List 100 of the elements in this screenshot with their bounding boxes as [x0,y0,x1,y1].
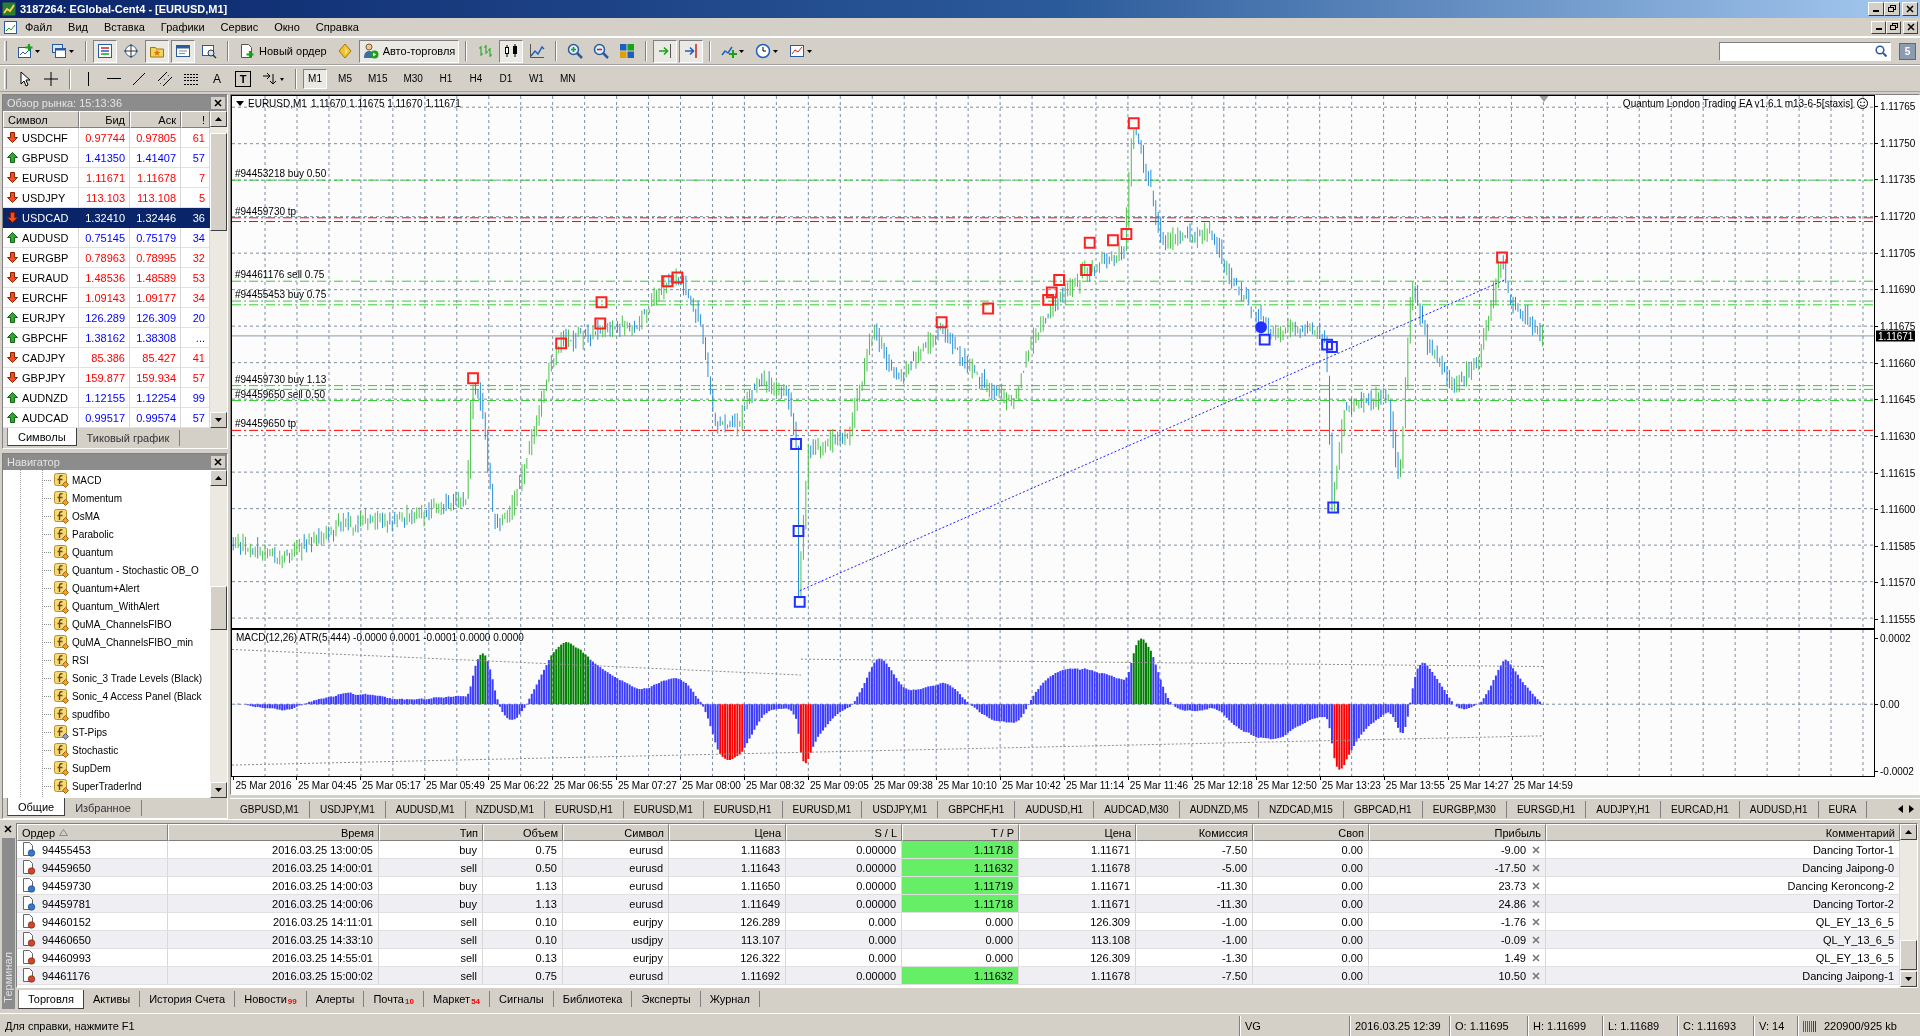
time-tick-label: 25 Mar 2016 [235,780,292,791]
profit-value: 10.50 [1498,969,1526,982]
swap-cell: 0.00 [1253,967,1369,985]
symbol-name: EURJPY [22,311,66,324]
order-number: 94461176 [42,969,91,982]
profit-value: -17.50 [1494,861,1526,874]
status-low: L: 1.11689 [1608,1020,1660,1032]
status-profile: VG [1245,1020,1261,1032]
price-cell: 1.11649 [669,895,786,913]
tp-cell: 1.11632 [902,859,1019,877]
time-tick-label: 25 Mar 12:18 [1193,780,1253,791]
symbol-name: EURGBP [22,251,69,264]
profit-value: 1.49 [1504,951,1526,964]
commission-cell: -5.00 [1136,859,1253,877]
price-tick-label: 1.11570 [1880,576,1916,588]
unread-count: 10 [405,997,414,1006]
symbol-name: AUDUSD [22,231,69,244]
type-cell: sell [379,967,483,985]
tp-cell: 0.000 [902,931,1019,949]
price-tick-label: 1.11705 [1880,247,1916,259]
price-cell: 1.11643 [669,859,786,877]
current-price-cell: 1.11671 [1019,895,1136,913]
symbol-name: CADJPY [22,351,66,364]
profit-value: 24.86 [1498,897,1526,910]
price-tick-label: 1.11645 [1880,393,1916,405]
indicator-tick-label: 0.00 [1880,698,1900,710]
price-tick-label: 1.11630 [1880,430,1916,442]
panel-title: Навигатор [7,456,60,468]
swap-cell: 0.00 [1253,931,1369,949]
chart-symbol: EURUSD,M1 [248,98,307,109]
time-tick-label: 25 Mar 06:22 [489,780,549,791]
symbol-name: GBPJPY [22,371,66,384]
profit-value: -9.00 [1500,843,1526,856]
tp-cell: 1.11718 [902,895,1019,913]
panel-title: Обзор рынка: 15:13:36 [7,97,123,109]
price-cell: 113.107 [669,931,786,949]
swap-cell: 0.00 [1253,895,1369,913]
symbol-cell: usdjpy [563,931,669,949]
indicator-tick-label: 0.0002 [1880,632,1911,644]
time-cell: 2016.03.25 15:00:02 [168,967,379,985]
unread-count: 54 [471,997,481,1006]
time-tick-label: 25 Mar 08:32 [745,780,805,791]
price-tick-label: 1.11600 [1880,503,1916,515]
time-tick-label: 25 Mar 13:23 [1321,780,1381,791]
current-price-cell: 1.11678 [1019,967,1136,985]
price-tick-label: 1.11675 [1880,320,1916,332]
chart-ohlc: 1.11670 1.11675 1.11670 1.11671 [310,98,461,109]
time-tick-label: 25 Mar 06:55 [553,780,613,791]
symbol-name: USDJPY [22,191,66,204]
status-traffic: 220900/925 kb [1824,1020,1897,1032]
profit-value: -1.76 [1500,915,1526,928]
symbol-name: AUDNZD [22,391,68,404]
price-tick-label: 1.11750 [1880,137,1916,149]
volume-cell: 0.75 [483,967,563,985]
order-number: 94460993 [42,951,91,964]
time-tick-label: 25 Mar 10:42 [1001,780,1061,791]
commission-cell: -1.00 [1136,931,1253,949]
profit-value: 23.73 [1498,879,1526,892]
current-price-cell: 1.11678 [1019,859,1136,877]
price-tick-label: 1.11720 [1880,210,1916,222]
symbol-name: USDCHF [22,131,68,144]
commission-cell: -11.30 [1136,895,1253,913]
order-number: 94459650 [42,861,91,874]
time-tick-label: 25 Mar 14:27 [1449,780,1509,791]
time-cell: 2016.03.25 14:00:01 [168,859,379,877]
volume-cell: 0.50 [483,859,563,877]
current-price-cell: 113.108 [1019,931,1136,949]
symbol-name: GBPUSD [22,151,69,164]
price-tick-label: 1.11615 [1880,467,1916,479]
comment-cell: Dancing Jaipong-1 [1546,967,1900,985]
time-tick-label: 25 Mar 12:50 [1257,780,1317,791]
symbol-cell: eurusd [563,967,669,985]
type-cell: buy [379,895,483,913]
tp-cell: 1.11719 [902,877,1019,895]
status-close: C: 1.11693 [1683,1020,1736,1032]
status-open: O: 1.11695 [1455,1020,1509,1032]
time-tick-label: 25 Mar 11:14 [1065,780,1125,791]
time-cell: 2016.03.25 14:33:10 [168,931,379,949]
status-bar-time: 2016.03.25 12:39 [1355,1020,1441,1032]
comment-cell: Dancing Jaipong-0 [1546,859,1900,877]
time-tick-label: 25 Mar 14:59 [1513,780,1573,791]
window-title: 3187264: EGlobal-Cent4 - [EURUSD,M1] [19,3,229,15]
time-tick-label: 25 Mar 09:38 [873,780,933,791]
price-tick-label: 1.11660 [1880,357,1916,369]
comment-cell: QL_Y_13_6_5 [1546,931,1900,949]
time-tick-label: 25 Mar 05:17 [361,780,421,791]
price-cell: 1.11692 [669,967,786,985]
volume-cell: 0.10 [483,931,563,949]
type-cell: sell [379,931,483,949]
order-number: 94459781 [42,897,91,910]
status-high: H: 1.11699 [1533,1020,1586,1032]
tp-cell: 1.11718 [902,841,1019,859]
tp-cell: 1.11632 [902,967,1019,985]
time-tick-label: 25 Mar 09:05 [809,780,869,791]
swap-cell: 0.00 [1253,859,1369,877]
unread-count: 99 [287,997,297,1006]
current-price-tag: 1.11671 [1876,330,1916,342]
status-volume: V: 14 [1759,1020,1785,1032]
time-tick-label: 25 Mar 13:55 [1385,780,1445,791]
comment-cell: Dancing Tortor-2 [1546,895,1900,913]
